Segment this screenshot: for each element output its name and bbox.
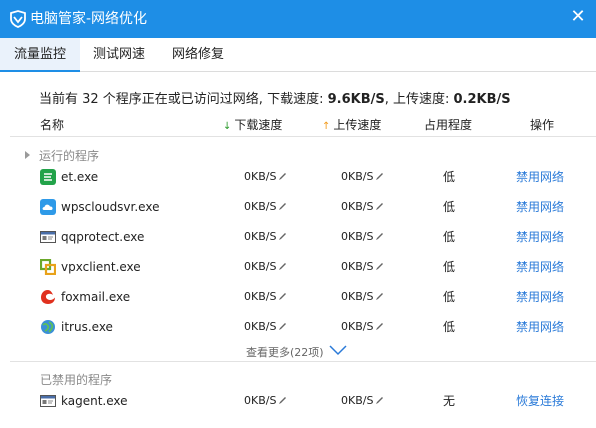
tab-traffic-monitor[interactable]: 流量监控	[0, 38, 80, 72]
vmware-vpxclient-icon	[40, 259, 56, 275]
tab-network-repair[interactable]: 网络修复	[158, 38, 238, 72]
traffic-summary: 当前有 32 个程序正在或已访问过网络, 下载速度: 9.6KB/S, 上传速度…	[39, 88, 511, 107]
pencil-icon[interactable]	[375, 172, 384, 181]
table-row[interactable]: itrus.exe 0KB/S 0KB/S 低 禁用网络	[0, 312, 596, 342]
table-row[interactable]: foxmail.exe 0KB/S 0KB/S 低 禁用网络	[0, 282, 596, 312]
table-row[interactable]: kagent.exe 0KB/S 0KB/S 无 恢复连接	[0, 386, 596, 416]
usage-level: 无	[442, 394, 455, 408]
process-name: vpxclient.exe	[61, 260, 141, 274]
disable-network-link[interactable]: 禁用网络	[516, 222, 564, 252]
kagent-window-icon	[40, 395, 56, 407]
pencil-icon[interactable]	[375, 292, 384, 301]
column-download[interactable]: ↓ 下载速度	[223, 116, 282, 133]
expand-triangle-icon	[25, 151, 30, 159]
restore-connection-link[interactable]: 恢复连接	[516, 386, 564, 416]
disable-network-link[interactable]: 禁用网络	[516, 162, 564, 192]
process-name: qqprotect.exe	[61, 230, 145, 244]
pencil-icon[interactable]	[375, 202, 384, 211]
column-upload-label: 上传速度	[333, 118, 382, 132]
download-speed: 0KB/S	[244, 282, 287, 312]
close-button[interactable]: ✕	[568, 8, 588, 28]
pencil-icon[interactable]	[278, 262, 287, 271]
pencil-icon[interactable]	[278, 172, 287, 181]
disable-network-link[interactable]: 禁用网络	[516, 192, 564, 222]
column-upload[interactable]: ↑ 上传速度	[322, 116, 381, 133]
tab-bar: 流量监控 测试网速 网络修复	[0, 38, 596, 72]
view-more-link[interactable]: 查看更多(22项)	[246, 344, 324, 360]
pencil-icon[interactable]	[375, 322, 384, 331]
process-name: kagent.exe	[61, 394, 128, 408]
table-row[interactable]: qqprotect.exe 0KB/S 0KB/S 低 禁用网络	[0, 222, 596, 252]
foxmail-icon	[41, 290, 55, 304]
usage-level: 低	[442, 290, 455, 304]
usage-level: 低	[442, 170, 455, 184]
upload-arrow-icon: ↑	[322, 121, 331, 132]
upload-speed: 0KB/S	[341, 282, 384, 312]
table-row[interactable]: et.exe 0KB/S 0KB/S 低 禁用网络	[0, 162, 596, 192]
upload-speed: 0KB/S	[341, 222, 384, 252]
upload-speed: 0KB/S	[341, 312, 384, 342]
wps-cloud-icon	[40, 199, 56, 215]
title-bar: 电脑管家-网络优化 ✕	[0, 0, 596, 38]
header-divider	[10, 136, 596, 137]
qqprotect-icon	[40, 231, 56, 243]
usage-level: 低	[442, 230, 455, 244]
download-speed: 0KB/S	[244, 312, 287, 342]
pencil-icon[interactable]	[375, 262, 384, 271]
download-speed: 0KB/S	[244, 162, 287, 192]
table-row[interactable]: vpxclient.exe 0KB/S 0KB/S 低 禁用网络	[0, 252, 596, 282]
chevron-down-icon[interactable]	[329, 344, 347, 356]
tab-speed-test[interactable]: 测试网速	[80, 38, 158, 72]
itrus-globe-icon	[41, 320, 55, 334]
wps-et-icon	[40, 169, 56, 185]
disable-network-link[interactable]: 禁用网络	[516, 282, 564, 312]
pencil-icon[interactable]	[375, 396, 384, 405]
summary-prefix: 当前有 32 个程序正在或已访问过网络, 下载速度:	[39, 92, 328, 107]
pencil-icon[interactable]	[278, 322, 287, 331]
download-speed: 0KB/S	[244, 386, 287, 416]
column-action: 操作	[530, 118, 555, 132]
pencil-icon[interactable]	[278, 396, 287, 405]
process-name: et.exe	[61, 170, 99, 184]
upload-speed: 0KB/S	[341, 386, 384, 416]
download-speed: 0KB/S	[244, 222, 287, 252]
section-divider	[10, 361, 596, 362]
pc-manager-shield-icon	[10, 10, 26, 28]
pencil-icon[interactable]	[375, 232, 384, 241]
upload-speed: 0KB/S	[341, 252, 384, 282]
upload-speed: 0KB/S	[341, 162, 384, 192]
download-arrow-icon: ↓	[223, 121, 232, 132]
column-download-label: 下载速度	[234, 118, 283, 132]
table-row[interactable]: wpscloudsvr.exe 0KB/S 0KB/S 低 禁用网络	[0, 192, 596, 222]
download-speed: 0KB/S	[244, 252, 287, 282]
process-name: wpscloudsvr.exe	[61, 200, 160, 214]
column-usage[interactable]: 占用程度	[424, 116, 472, 133]
process-name: itrus.exe	[61, 320, 113, 334]
upload-speed-value: 0.2KB/S	[453, 92, 511, 107]
pencil-icon[interactable]	[278, 202, 287, 211]
download-speed-value: 9.6KB/S	[327, 92, 385, 107]
group-running-label: 运行的程序	[39, 149, 100, 163]
summary-middle: , 上传速度:	[384, 92, 454, 107]
column-name: 名称	[40, 118, 65, 132]
usage-level: 低	[442, 260, 455, 274]
pencil-icon[interactable]	[278, 232, 287, 241]
disable-network-link[interactable]: 禁用网络	[516, 252, 564, 282]
process-name: foxmail.exe	[61, 290, 131, 304]
download-speed: 0KB/S	[244, 192, 287, 222]
window-title: 电脑管家-网络优化	[30, 11, 148, 27]
usage-level: 低	[442, 200, 455, 214]
upload-speed: 0KB/S	[341, 192, 384, 222]
pencil-icon[interactable]	[278, 292, 287, 301]
usage-level: 低	[442, 320, 455, 334]
disable-network-link[interactable]: 禁用网络	[516, 312, 564, 342]
